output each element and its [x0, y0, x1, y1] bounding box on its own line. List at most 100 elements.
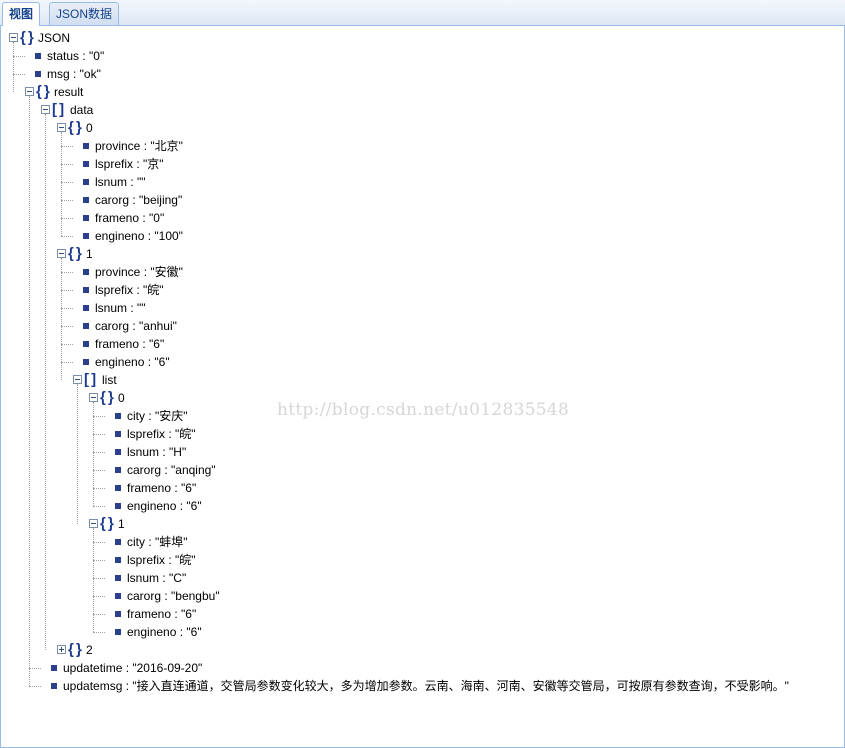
leaf-bullet-icon	[83, 359, 89, 365]
tree-branch-node[interactable]: [ ] data	[1, 101, 841, 119]
tree-node-label: province : "北京"	[95, 139, 183, 153]
leaf-bullet-icon	[83, 215, 89, 221]
tree-leaf-node[interactable]: carorg : "beijing"	[1, 191, 841, 209]
tree-branch-node[interactable]: { } 0	[1, 119, 841, 137]
tree-node-label: engineno : "6"	[127, 625, 202, 639]
tree-leaf-node[interactable]: frameno : "0"	[1, 209, 841, 227]
tree-leaf-node[interactable]: frameno : "6"	[1, 605, 841, 623]
tree-leaf-node[interactable]: engineno : "6"	[1, 497, 841, 515]
tree-leaf-node[interactable]: lsnum : "H"	[1, 443, 841, 461]
tree-node-label: 0	[118, 391, 125, 405]
tree-node-label: lsprefix : "皖"	[127, 553, 196, 567]
tree-leaf-node[interactable]: lsprefix : "皖"	[1, 551, 841, 569]
tree-leaf-node[interactable]: frameno : "6"	[1, 335, 841, 353]
collapse-toggle-icon[interactable]	[89, 519, 98, 528]
leaf-bullet-icon	[115, 413, 121, 419]
watermark: http://blog.csdn.net/u012835548	[277, 400, 570, 420]
collapse-toggle-icon[interactable]	[41, 105, 50, 114]
tree-leaf-node[interactable]: carorg : "anhui"	[1, 317, 841, 335]
collapse-toggle-icon[interactable]	[57, 249, 66, 258]
tree-leaf-node[interactable]: lsprefix : "皖"	[1, 281, 841, 299]
tree-node-label: 1	[86, 247, 93, 261]
json-viewer-window: 视图 JSON数据 { } JSON status : "0" msg : "ok" {…	[0, 0, 845, 748]
collapse-toggle-icon[interactable]	[57, 123, 66, 132]
tree-leaf-node[interactable]: carorg : "bengbu"	[1, 587, 841, 605]
tree-node-label: frameno : "6"	[127, 607, 197, 621]
tree-node-label: JSON	[38, 31, 71, 45]
leaf-bullet-icon	[83, 287, 89, 293]
collapse-toggle-icon[interactable]	[73, 375, 82, 384]
tab-view[interactable]: 视图	[2, 2, 41, 26]
collapse-toggle-icon[interactable]	[9, 33, 18, 42]
tree-node-label: city : "安庆"	[127, 409, 188, 423]
array-brackets-icon: [ ]	[52, 101, 64, 118]
tree-node-label: 2	[86, 643, 93, 657]
tree-node-label: list	[102, 373, 117, 387]
leaf-bullet-icon	[115, 575, 121, 581]
leaf-bullet-icon	[83, 179, 89, 185]
tree-node-label: lsnum : "C"	[127, 571, 187, 585]
tree-leaf-node[interactable]: msg : "ok"	[1, 65, 841, 83]
leaf-bullet-icon	[115, 431, 121, 437]
tree-leaf-node[interactable]: province : "北京"	[1, 137, 841, 155]
leaf-bullet-icon	[115, 539, 121, 545]
object-braces-icon: { }	[36, 83, 50, 100]
tree-node-label: 1	[118, 517, 125, 531]
tree-node-label: lsnum : "H"	[127, 445, 187, 459]
leaf-bullet-icon	[115, 611, 121, 617]
tree-node-label: lsnum : ""	[95, 301, 146, 315]
tree-leaf-node[interactable]: updatetime : "2016-09-20"	[1, 659, 841, 677]
leaf-bullet-icon	[35, 53, 41, 59]
tree-leaf-node[interactable]: frameno : "6"	[1, 479, 841, 497]
tree-leaf-node[interactable]: status : "0"	[1, 47, 841, 65]
tree-leaf-node[interactable]: updatemsg : "接入直连通道，交管局参数变化较大，多为增加参数。云南、…	[1, 677, 841, 695]
tab-json-data[interactable]: JSON数据	[49, 2, 120, 25]
leaf-bullet-icon	[83, 161, 89, 167]
tree-node-label: city : "蚌埠"	[127, 535, 188, 549]
tree-leaf-node[interactable]: carorg : "anqing"	[1, 461, 841, 479]
tree-node-label: lsprefix : "皖"	[127, 427, 196, 441]
tree-leaf-node[interactable]: lsprefix : "皖"	[1, 425, 841, 443]
tree-node-label: engineno : "6"	[127, 499, 202, 513]
tree-leaf-node[interactable]: engineno : "6"	[1, 353, 841, 371]
tree-leaf-node[interactable]: city : "蚌埠"	[1, 533, 841, 551]
tree-branch-node[interactable]: { } 1	[1, 245, 841, 263]
tree-panel: { } JSON status : "0" msg : "ok" { } result [ …	[0, 26, 845, 748]
tree-leaf-node[interactable]: engineno : "6"	[1, 623, 841, 641]
tree-node-label: 0	[86, 121, 93, 135]
leaf-bullet-icon	[115, 557, 121, 563]
tree-node-label: lsprefix : "京"	[95, 157, 164, 171]
tree-leaf-node[interactable]: lsnum : ""	[1, 299, 841, 317]
tree-leaf-node[interactable]: lsnum : ""	[1, 173, 841, 191]
tree-branch-node[interactable]: { } 2	[1, 641, 841, 659]
object-braces-icon: { }	[100, 389, 114, 406]
json-tree: { } JSON status : "0" msg : "ok" { } result [ …	[1, 26, 844, 747]
tree-node-label: msg : "ok"	[47, 67, 101, 81]
tree-branch-node[interactable]: { } JSON	[1, 29, 841, 47]
object-braces-icon: { }	[100, 515, 114, 532]
collapse-toggle-icon[interactable]	[89, 393, 98, 402]
tree-leaf-node[interactable]: lsnum : "C"	[1, 569, 841, 587]
tree-leaf-node[interactable]: engineno : "100"	[1, 227, 841, 245]
tab-bar: 视图 JSON数据	[0, 0, 845, 26]
tree-leaf-node[interactable]: province : "安徽"	[1, 263, 841, 281]
tree-leaf-node[interactable]: lsprefix : "京"	[1, 155, 841, 173]
leaf-bullet-icon	[51, 665, 57, 671]
collapse-toggle-icon[interactable]	[25, 87, 34, 96]
tree-branch-node[interactable]: { } 1	[1, 515, 841, 533]
leaf-bullet-icon	[115, 503, 121, 509]
tree-node-label: status : "0"	[47, 49, 105, 63]
array-brackets-icon: [ ]	[84, 371, 96, 388]
leaf-bullet-icon	[115, 593, 121, 599]
tree-node-label: province : "安徽"	[95, 265, 183, 279]
tree-node-label: frameno : "6"	[127, 481, 197, 495]
tree-branch-node[interactable]: { } result	[1, 83, 841, 101]
leaf-bullet-icon	[35, 71, 41, 77]
tree-node-label: updatetime : "2016-09-20"	[63, 661, 203, 675]
leaf-bullet-icon	[83, 341, 89, 347]
leaf-bullet-icon	[51, 683, 57, 689]
tree-node-label: lsprefix : "皖"	[95, 283, 164, 297]
tree-branch-node[interactable]: [ ] list	[1, 371, 841, 389]
expand-toggle-icon[interactable]	[57, 645, 66, 654]
object-braces-icon: { }	[68, 245, 82, 262]
